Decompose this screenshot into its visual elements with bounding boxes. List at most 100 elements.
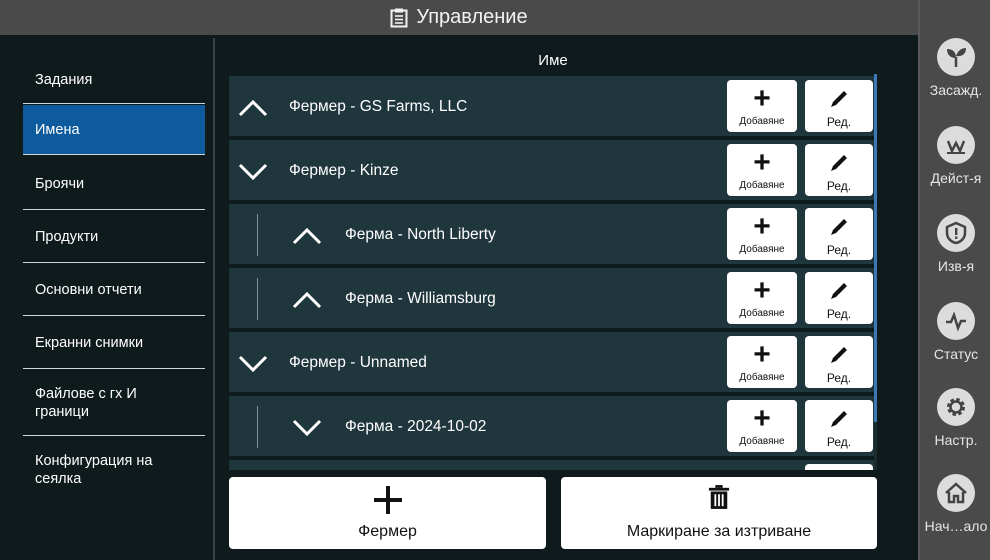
list-row-partial[interactable] [229, 460, 874, 470]
plus-icon: + [753, 82, 771, 115]
nav-label: Дейст-я [930, 170, 982, 186]
page-title: Управление [416, 6, 528, 28]
column-header: Име [538, 52, 568, 69]
chevron-up-icon[interactable] [291, 221, 323, 249]
add-button[interactable]: + Добавяне [727, 144, 797, 196]
row-label: Фермер - GS Farms, LLC [289, 98, 468, 115]
seedling-icon [937, 38, 975, 76]
add-button[interactable]: + Добавяне [727, 208, 797, 260]
nav-planting[interactable]: Засажд. [920, 38, 990, 98]
edit-label: Ред. [826, 371, 852, 385]
title-bar: Управление [0, 0, 918, 35]
pencil-icon [831, 91, 847, 107]
edit-button[interactable]: Ред. [805, 208, 873, 260]
list-row[interactable]: Фермер - Kinze + Добавяне Ред. [229, 140, 874, 202]
chevron-down-icon[interactable] [237, 349, 269, 377]
row-label: Фермер - Unnamed [289, 354, 427, 371]
edit-button[interactable]: Ред. [805, 144, 873, 196]
nav-actions[interactable]: Дейст-я [920, 126, 990, 186]
pulse-icon [937, 302, 975, 340]
menu-item-counters[interactable]: Броячи [23, 158, 205, 210]
gear-icon [937, 388, 975, 426]
menu-item-screenshots[interactable]: Екранни снимки [23, 317, 205, 369]
list-row[interactable]: Фермер - Unnamed + Добавяне Ред. [229, 332, 874, 394]
menu-item-names[interactable]: Имена [23, 105, 205, 155]
plus-icon: + [753, 338, 771, 371]
names-list-panel: Име Фермер - GS Farms, LLC + Добавяне Ре… [229, 52, 877, 470]
edit-button[interactable]: Ред. [805, 80, 873, 132]
nav-label: Настр. [934, 432, 978, 448]
shield-alert-icon [937, 214, 975, 252]
pencil-icon [831, 155, 847, 171]
nav-status[interactable]: Статус [920, 302, 990, 362]
edit-button[interactable] [805, 464, 873, 470]
menu-item-label: Броячи [35, 175, 85, 192]
plus-icon: + [753, 146, 771, 179]
edit-label: Ред. [826, 179, 852, 193]
edit-label: Ред. [826, 115, 852, 129]
edit-button[interactable]: Ред. [805, 336, 873, 388]
add-button[interactable]: + Добавяне [727, 80, 797, 132]
menu-item-label: Продукти [35, 228, 99, 245]
chevron-down-icon[interactable] [237, 157, 269, 185]
chevron-down-icon[interactable] [291, 413, 323, 441]
nav-label: Статус [933, 346, 979, 362]
edit-button[interactable]: Ред. [805, 272, 873, 324]
nav-settings[interactable]: Настр. [920, 388, 990, 448]
menu-item-label: Основни отчети [35, 281, 142, 298]
row-label: Ферма - 2024-10-02 [345, 418, 487, 435]
add-label: Добавяне [739, 436, 785, 447]
menu-item-tasks[interactable]: Задания [23, 56, 205, 104]
menu-item-label: Конфигурация на сеялка [35, 453, 153, 487]
add-button[interactable]: + Добавяне [727, 272, 797, 324]
chevron-up-icon[interactable] [291, 285, 323, 313]
add-label: Добавяне [739, 308, 785, 319]
indent-line [257, 214, 258, 256]
nav-label: Засажд. [929, 82, 983, 98]
nav-home[interactable]: Нач…ало [920, 474, 990, 534]
implement-icon [937, 126, 975, 164]
menu-item-label: Задания [35, 71, 93, 88]
add-farmer-label: Фермер [358, 523, 417, 540]
indent-line [257, 406, 258, 448]
row-label: Ферма - North Liberty [345, 226, 496, 243]
nav-alerts[interactable]: Изв-я [920, 214, 990, 274]
add-button[interactable]: + Добавяне [727, 336, 797, 388]
edit-label: Ред. [826, 435, 852, 449]
mark-delete-label: Маркиране за изтриване [626, 523, 812, 540]
pencil-icon [831, 219, 847, 235]
list-row[interactable]: Фермер - GS Farms, LLC + Добавяне Ред. [229, 76, 874, 138]
add-label: Добавяне [739, 244, 785, 255]
scrollbar-thumb[interactable] [874, 74, 877, 422]
menu-item-guidance-files[interactable]: Файлове с гх И граници [23, 370, 205, 436]
edit-button[interactable]: Ред. [805, 400, 873, 452]
menu-item-products[interactable]: Продукти [23, 211, 205, 263]
pencil-icon [831, 283, 847, 299]
nav-label: Изв-я [937, 258, 975, 274]
left-menu: Задания Имена Броячи Продукти Основни от… [8, 38, 213, 560]
edit-label: Ред. [826, 243, 852, 257]
list-row[interactable]: Ферма - North Liberty + Добавяне Ред. [229, 204, 874, 266]
list-row[interactable]: Ферма - Williamsburg + Добавяне Ред. [229, 268, 874, 330]
menu-item-reports[interactable]: Основни отчети [23, 264, 205, 316]
edit-label: Ред. [826, 307, 852, 321]
indent-line [257, 278, 258, 320]
pencil-icon [831, 347, 847, 363]
menu-item-label: Имена [35, 121, 80, 138]
list-row[interactable]: Ферма - 2024-10-02 + Добавяне Ред. [229, 396, 874, 458]
add-label: Добавяне [739, 372, 785, 383]
divider [213, 38, 215, 560]
list-scrollbar[interactable] [874, 74, 877, 470]
menu-item-planter-config[interactable]: Конфигурация на сеялка [23, 437, 205, 503]
trash-icon [708, 485, 730, 509]
plus-icon: + [753, 402, 771, 435]
plus-icon: + [753, 274, 771, 307]
add-button[interactable]: + Добавяне [727, 400, 797, 452]
home-icon [937, 474, 975, 512]
add-farmer-button[interactable]: Фермер [229, 477, 546, 549]
row-label: Ферма - Williamsburg [345, 290, 496, 307]
right-nav: Засажд. Дейст-я Изв-я Статус Настр. Нач…… [918, 0, 990, 560]
pencil-icon [831, 411, 847, 427]
chevron-up-icon[interactable] [237, 93, 269, 121]
mark-delete-button[interactable]: Маркиране за изтриване [561, 477, 877, 549]
